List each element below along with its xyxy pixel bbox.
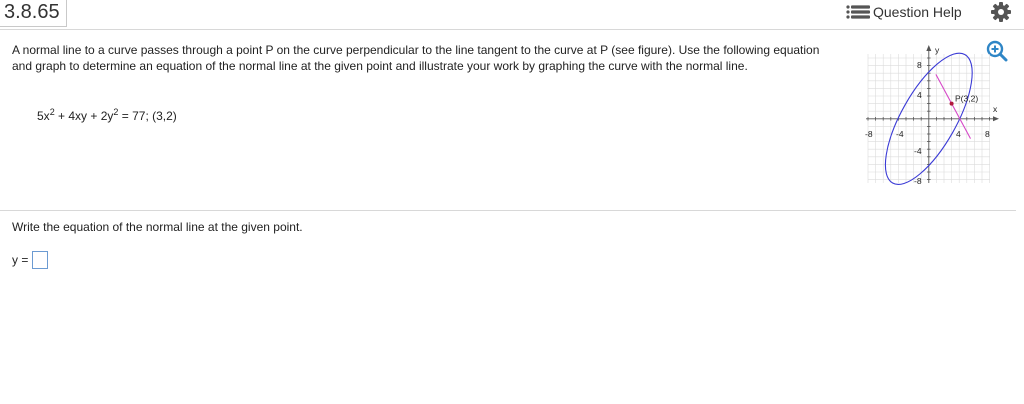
point-label: P(3,2) bbox=[955, 94, 978, 104]
answer-label: y = bbox=[12, 253, 29, 267]
x-axis-label: x bbox=[993, 104, 998, 114]
x-tick-label-neg8: -8 bbox=[865, 129, 873, 139]
answer-instruction: Write the equation of the normal line at… bbox=[12, 220, 303, 234]
y-tick-label-4: 4 bbox=[917, 90, 922, 100]
section-divider bbox=[0, 210, 1016, 211]
answer-input[interactable] bbox=[32, 251, 48, 269]
question-help-label: Question Help bbox=[873, 4, 962, 20]
y-axis-arrow bbox=[926, 45, 932, 51]
x-tick-label-8: 8 bbox=[985, 129, 990, 139]
equation-term-2: + 4xy + 2y bbox=[54, 109, 114, 123]
equation-term-1: 5x bbox=[37, 109, 50, 123]
y-tick-label-neg8: -8 bbox=[914, 176, 922, 186]
gear-icon[interactable] bbox=[990, 1, 1012, 23]
y-tick-label-neg4: -4 bbox=[914, 146, 922, 156]
y-axis-label: y bbox=[935, 45, 940, 55]
equation-term-3: = 77; (3,2) bbox=[118, 109, 177, 123]
problem-prompt: A normal line to a curve passes through … bbox=[12, 43, 820, 73]
graph: y x P(3,2) -8 -4 4 8 8 4 -4 -8 bbox=[865, 45, 999, 186]
header-divider bbox=[0, 29, 1024, 30]
x-tick-label-neg4: -4 bbox=[896, 129, 904, 139]
list-icon bbox=[846, 5, 870, 19]
y-tick-label-8: 8 bbox=[917, 60, 922, 70]
top-bar: 3.8.65 Question Help bbox=[0, 0, 1024, 28]
x-tick-label-4: 4 bbox=[956, 129, 961, 139]
question-help-button[interactable]: Question Help bbox=[846, 2, 974, 22]
x-axis-arrow bbox=[993, 116, 999, 122]
problem-equation: 5x2 + 4xy + 2y2 = 77; (3,2) bbox=[37, 108, 177, 124]
question-number: 3.8.65 bbox=[0, 0, 67, 27]
point-p-marker bbox=[949, 101, 954, 106]
